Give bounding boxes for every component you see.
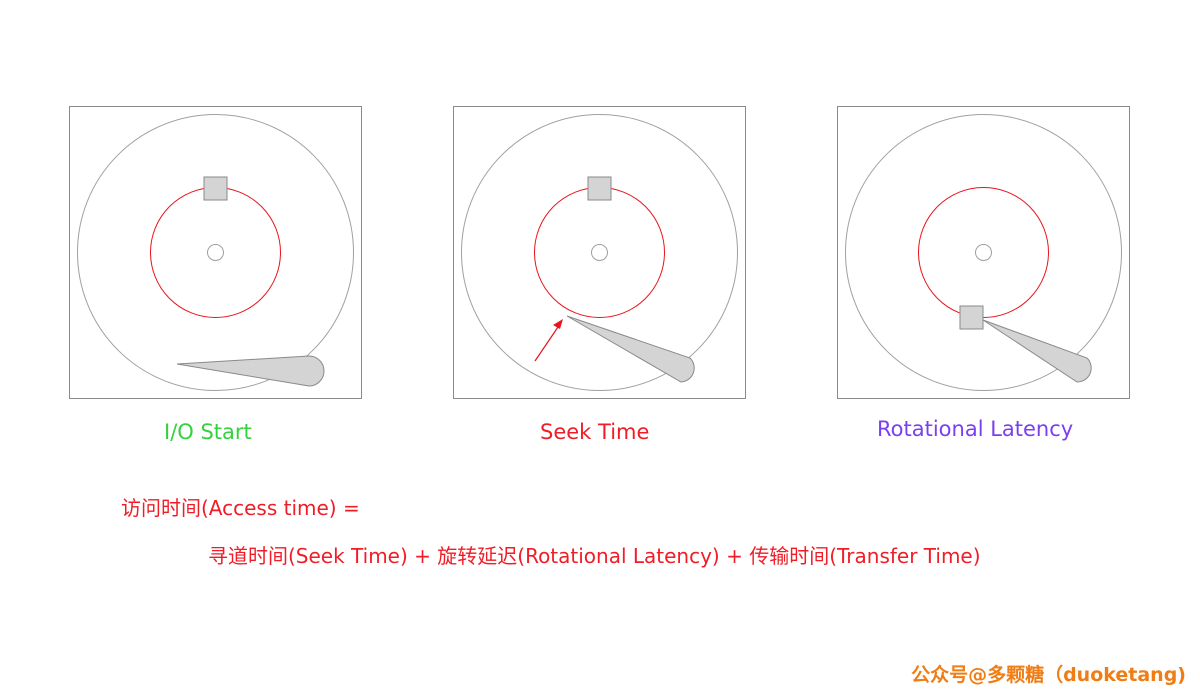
spindle — [591, 244, 608, 261]
watermark: 公众号@多颗糖（duoketang) — [911, 664, 1186, 686]
caption-io-start: I/O Start — [164, 420, 252, 444]
formula-components: 寻道时间(Seek Time) + 旋转延迟(Rotational Latenc… — [208, 544, 981, 568]
disk-diagram — [453, 106, 746, 399]
disk-panel-seek-time — [453, 106, 746, 399]
spindle — [975, 244, 992, 261]
caption-seek-time: Seek Time — [540, 420, 650, 444]
spindle — [207, 244, 224, 261]
disk-panel-rotational-latency — [837, 106, 1130, 399]
caption-rotational-latency: Rotational Latency — [877, 417, 1074, 441]
data-block — [203, 176, 228, 201]
data-block — [959, 305, 984, 330]
disk-diagram — [837, 106, 1130, 399]
formula-access-time: 访问时间(Access time) = — [121, 496, 360, 520]
disk-panel-io-start — [69, 106, 362, 399]
disk-diagram — [69, 106, 362, 399]
data-block — [587, 176, 612, 201]
